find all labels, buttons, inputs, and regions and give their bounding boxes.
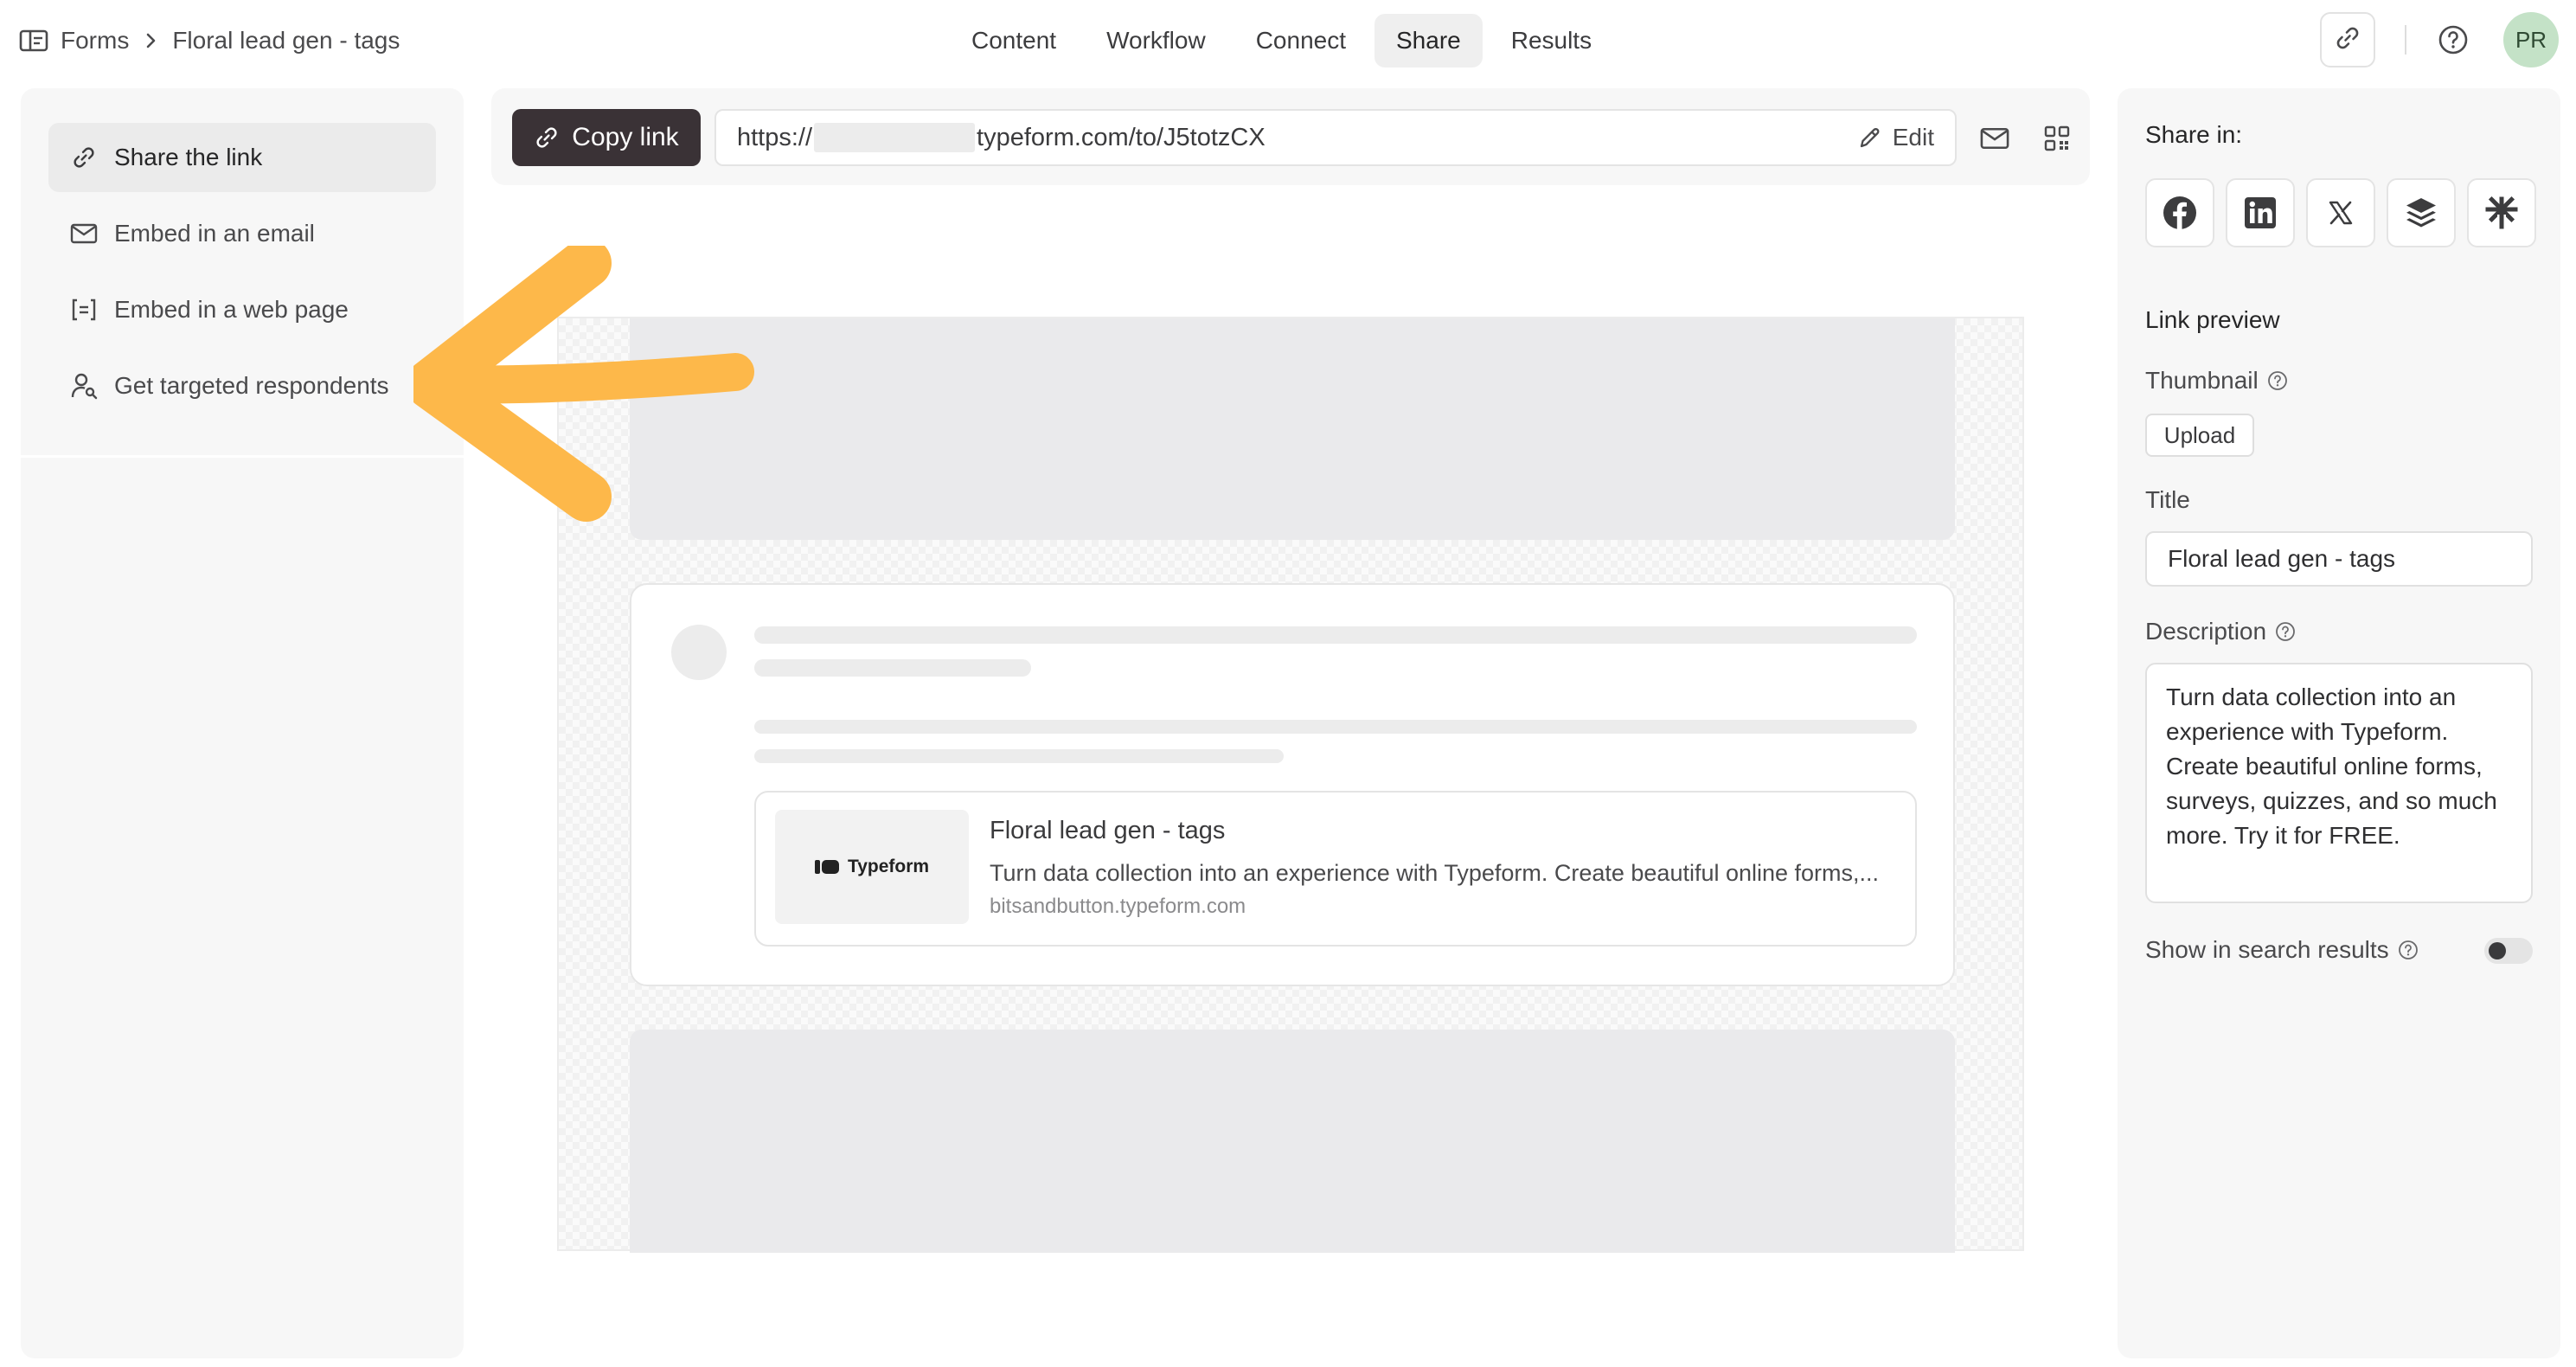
sidebar-item-targeted-respondents[interactable]: Get targeted respondents xyxy=(48,351,436,420)
x-icon xyxy=(2329,201,2353,225)
help-circle-icon[interactable] xyxy=(2267,370,2288,391)
search-results-label: Show in search results xyxy=(2145,936,2419,964)
copy-link-label: Copy link xyxy=(572,123,679,151)
typeform-logo-icon xyxy=(814,858,841,876)
buffer-icon xyxy=(2406,198,2436,228)
tab-results[interactable]: Results xyxy=(1490,14,1613,67)
link-preview-heading: Link preview xyxy=(2145,306,2280,333)
asterisk-icon xyxy=(2485,196,2518,229)
preview-card-description: Turn data collection into an experience … xyxy=(990,860,1880,886)
social-share-buttons xyxy=(2145,178,2536,247)
help-circle-icon[interactable] xyxy=(2436,22,2470,57)
share-options-sidebar: Share the link Embed in an email Embed i… xyxy=(21,88,464,1358)
share-in-label: Share in: xyxy=(2145,121,2243,148)
help-circle-icon[interactable] xyxy=(2398,940,2419,960)
share-facebook-button[interactable] xyxy=(2145,178,2214,247)
breadcrumb-form-title[interactable]: Floral lead gen - tags xyxy=(172,27,400,55)
share-email-button[interactable] xyxy=(1977,121,2012,156)
placeholder-line xyxy=(754,720,1917,734)
placeholder-line xyxy=(754,749,1284,763)
avatar[interactable]: PR xyxy=(2503,12,2559,67)
annotation-arrow-icon xyxy=(413,246,754,522)
search-results-label-text: Show in search results xyxy=(2145,936,2389,963)
sidebar-item-label: Share the link xyxy=(114,144,263,170)
link-icon xyxy=(69,143,99,172)
share-url-field[interactable]: https:// typeform.com/to/J5totzCX Edit xyxy=(714,109,1957,166)
sidebar-item-label: Embed in an email xyxy=(114,220,315,247)
mail-icon xyxy=(1980,127,2009,150)
share-link-bar: Copy link https:// typeform.com/to/J5tot… xyxy=(491,88,2090,185)
qr-code-button[interactable] xyxy=(2040,121,2074,156)
tab-content[interactable]: Content xyxy=(950,14,1078,67)
preview-card-title: Floral lead gen - tags xyxy=(990,817,1226,844)
sidebar-item-label: Get targeted respondents xyxy=(114,372,389,399)
facebook-icon xyxy=(2163,196,2196,229)
sidebar-divider xyxy=(21,455,464,458)
redacted-subdomain xyxy=(814,123,976,152)
preview-card-domain: bitsandbutton.typeform.com xyxy=(990,895,1246,918)
share-linkedin-button[interactable] xyxy=(2226,178,2295,247)
tab-workflow[interactable]: Workflow xyxy=(1085,14,1227,67)
preview-title-input[interactable]: Floral lead gen - tags xyxy=(2145,531,2533,587)
url-prefix: https:// xyxy=(737,123,813,151)
sidebar-item-embed-email[interactable]: Embed in an email xyxy=(48,199,436,268)
url-suffix: typeform.com/to/J5totzCX xyxy=(977,123,1266,151)
thumbnail-label: Thumbnail xyxy=(2145,367,2288,395)
typeform-logo-text: Typeform xyxy=(847,857,930,876)
breadcrumb-forms-link[interactable]: Forms xyxy=(61,27,129,55)
forms-icon[interactable] xyxy=(19,29,48,53)
edit-label: Edit xyxy=(1892,124,1934,151)
breadcrumb: Forms Floral lead gen - tags xyxy=(19,22,400,59)
help-circle-icon[interactable] xyxy=(2275,621,2296,642)
sidebar-item-label: Embed in a web page xyxy=(114,296,349,323)
title-label: Title xyxy=(2145,486,2190,513)
placeholder-avatar xyxy=(671,625,727,680)
top-bar: Forms Floral lead gen - tags Content Wor… xyxy=(0,0,2576,80)
toggle-knob xyxy=(2489,942,2506,959)
qr-code-icon xyxy=(2044,125,2070,151)
thumbnail-label-text: Thumbnail xyxy=(2145,367,2259,394)
edit-url-button[interactable]: Edit xyxy=(1858,111,1934,164)
share-linktree-button[interactable] xyxy=(2467,178,2536,247)
social-post-preview: Typeform Floral lead gen - tags Turn dat… xyxy=(630,583,1955,986)
placeholder-line xyxy=(754,659,1031,677)
placeholder-block-bottom xyxy=(630,1030,1955,1253)
description-label: Description xyxy=(2145,618,2296,645)
link-preview-canvas: Typeform Floral lead gen - tags Turn dat… xyxy=(557,317,2024,1253)
person-search-icon xyxy=(69,371,99,401)
preview-thumbnail: Typeform xyxy=(775,810,969,924)
description-label-text: Description xyxy=(2145,618,2267,645)
placeholder-block-top xyxy=(630,318,1955,540)
tab-share[interactable]: Share xyxy=(1375,14,1483,67)
tab-connect[interactable]: Connect xyxy=(1234,14,1368,67)
link-preview-card: Typeform Floral lead gen - tags Turn dat… xyxy=(754,791,1917,947)
mail-icon xyxy=(69,219,99,248)
chevron-right-icon xyxy=(144,32,157,49)
linkedin-icon xyxy=(2245,197,2276,228)
copy-link-button[interactable]: Copy link xyxy=(512,109,701,166)
search-results-toggle[interactable] xyxy=(2484,938,2533,964)
placeholder-line xyxy=(754,626,1917,644)
link-icon xyxy=(2334,24,2361,56)
header-actions: PR xyxy=(2320,12,2559,67)
sidebar-item-share-the-link[interactable]: Share the link xyxy=(48,123,436,192)
header-divider xyxy=(2405,25,2406,55)
main-tabs: Content Workflow Connect Share Results xyxy=(950,14,1613,67)
pencil-icon xyxy=(1860,128,1880,148)
share-x-button[interactable] xyxy=(2306,178,2375,247)
share-buffer-button[interactable] xyxy=(2387,178,2456,247)
sidebar-item-embed-web-page[interactable]: Embed in a web page xyxy=(48,275,436,344)
share-settings-panel: Share in: Link preview Thumbnail Upload … xyxy=(2118,88,2560,1358)
upload-thumbnail-button[interactable]: Upload xyxy=(2145,414,2254,457)
copy-form-link-button[interactable] xyxy=(2320,12,2375,67)
link-icon xyxy=(536,127,557,148)
preview-description-textarea[interactable]: Turn data collection into an experience … xyxy=(2145,663,2533,903)
embed-code-icon xyxy=(69,295,99,324)
